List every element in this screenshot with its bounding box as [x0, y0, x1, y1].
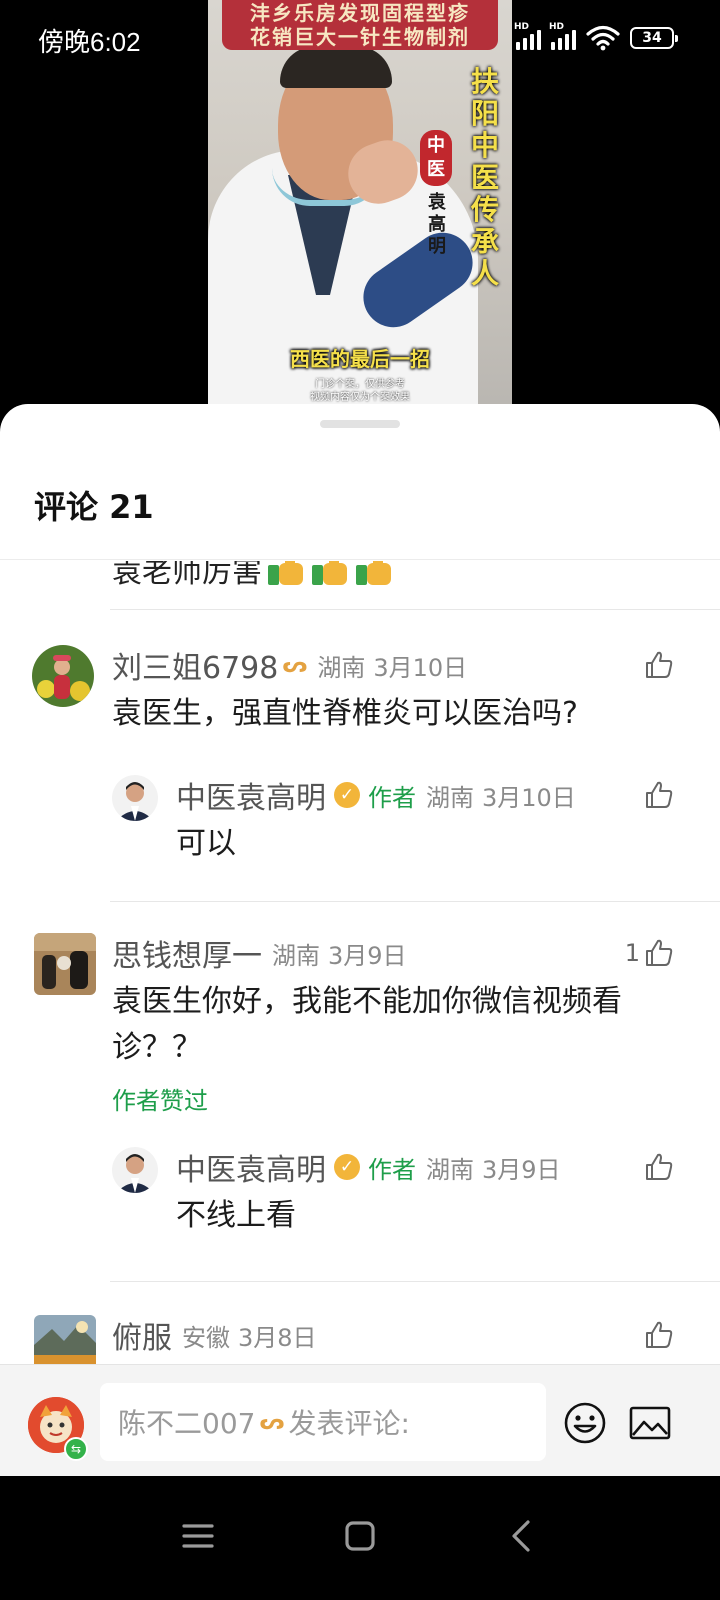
vip-badge-icon: ᔕ: [282, 652, 308, 678]
video-disclaimer: 门诊个案，仅供参考 视频内容仅为个案效果: [208, 378, 512, 404]
reply-username[interactable]: 中医袁高明: [176, 773, 326, 817]
comment-text[interactable]: 袁医生，强直性脊椎炎可以医治吗?: [112, 691, 672, 737]
image-icon[interactable]: [628, 1401, 672, 1445]
thumbs-up-emoji-icon: [268, 561, 306, 585]
avatar-image: [32, 645, 94, 707]
thumbs-up-icon: [646, 939, 673, 966]
comment-location: 湖南: [272, 941, 320, 970]
like-button[interactable]: 1: [625, 933, 674, 973]
menu-icon[interactable]: [174, 1512, 222, 1560]
comment-count-title: 评论 21: [34, 488, 154, 526]
comment-sheet: 评论 21 袁老师厉害 刘三姐6798 ᔕ 湖南 3月10日 袁医生，强直性脊椎…: [0, 404, 720, 1506]
reply-location: 湖南: [426, 1155, 474, 1184]
comment-divider: [110, 901, 720, 902]
reply-meta: 中医袁高明 ✓ 作者 湖南 3月10日: [176, 773, 576, 817]
verified-badge-icon: ✓: [334, 782, 360, 808]
video-vertical-title: 扶阳中医传承人: [470, 65, 499, 290]
reply-username[interactable]: 中医袁高明: [176, 1145, 326, 1189]
comment-date: 3月10日: [373, 653, 468, 682]
signal-2-icon: HD: [549, 22, 576, 50]
author-liked-label: 作者赞过: [112, 1087, 208, 1115]
reply-meta: 中医袁高明 ✓ 作者 湖南 3月9日: [176, 1145, 561, 1189]
partial-comment-text: 袁老师厉害: [112, 561, 262, 590]
comment-date: 3月9日: [328, 941, 407, 970]
thumbs-up-emoji-icon: [356, 561, 394, 585]
vip-badge-icon: ᔕ: [259, 1409, 285, 1435]
comment-divider: [110, 609, 720, 610]
reply-text[interactable]: 不线上看: [176, 1193, 296, 1239]
comment-username[interactable]: 俯服: [112, 1313, 172, 1357]
avatar-image: [34, 1315, 96, 1366]
comment-text-line1: 袁医生你好，我能不能加你微信视频看: [112, 984, 622, 1019]
comment-meta: 刘三姐6798 ᔕ 湖南 3月10日: [112, 643, 468, 687]
avatar-image: [112, 775, 158, 821]
thumbs-up-icon: [646, 781, 673, 808]
comment-list[interactable]: 袁老师厉害 刘三姐6798 ᔕ 湖南 3月10日 袁医生，强直性脊椎炎可以医治吗…: [0, 561, 720, 1366]
author-tag: 作者: [368, 783, 416, 812]
status-time: 傍晚6:02: [38, 27, 141, 57]
comment-username[interactable]: 刘三姐6798: [112, 643, 278, 687]
signal-hd-label: HD: [514, 22, 530, 32]
system-navigation-bar: [0, 1476, 720, 1600]
like-count: 1: [624, 939, 640, 967]
author-avatar[interactable]: [112, 775, 158, 821]
video-caption: 西医的最后一招: [290, 347, 430, 371]
comment-text[interactable]: 袁医生你好，我能不能加你微信视频看 诊？？: [112, 979, 692, 1071]
reply-location: 湖南: [426, 783, 474, 812]
comment-meta: 俯服 安徽 3月8日: [112, 1313, 317, 1357]
comment-item[interactable]: 思钱想厚一 湖南 3月9日 1 袁医生你好，我能不能加你微信视频看 诊？？ 作者…: [0, 931, 720, 1291]
thumbs-up-icon: [646, 1321, 673, 1348]
user-avatar[interactable]: [34, 933, 96, 995]
input-placeholder: 发表评论:: [288, 1407, 410, 1440]
like-button[interactable]: [640, 645, 674, 685]
battery-icon: 34: [630, 27, 678, 49]
switch-account-icon[interactable]: ⇆: [64, 1437, 88, 1461]
input-username: 陈不二007: [118, 1407, 256, 1440]
comment-location: 湖南: [317, 653, 366, 682]
thumbs-up-icon: [646, 651, 673, 678]
reply-date: 3月9日: [482, 1155, 561, 1184]
reply-text[interactable]: 可以: [176, 821, 236, 867]
comment-username[interactable]: 思钱想厚一: [112, 931, 262, 975]
partial-comment: 袁老师厉害: [112, 561, 394, 591]
video-disclaimer-line1: 门诊个案，仅供参考: [315, 379, 405, 390]
reply-like-button[interactable]: [644, 775, 674, 815]
comment-meta: 思钱想厚一 湖南 3月9日: [112, 931, 407, 975]
comment-date: 3月8日: [238, 1323, 317, 1352]
comment-location: 安徽: [182, 1323, 230, 1352]
drag-handle[interactable]: [320, 420, 400, 428]
reply-like-button[interactable]: [644, 1147, 674, 1187]
comment-input-bar: ⇆ 陈不二007 ᔕ 发表评论:: [0, 1364, 720, 1476]
video-doctor-name: 袁高明: [428, 192, 446, 257]
comment-sheet-header: 评论 21: [0, 456, 720, 560]
thumbs-up-emoji-icon: [312, 561, 350, 585]
thumbs-up-icon: [646, 1153, 673, 1180]
author-tag: 作者: [368, 1155, 416, 1184]
status-icons: HD HD 34: [514, 22, 678, 54]
comment-item[interactable]: 刘三姐6798 ᔕ 湖南 3月10日 袁医生，强直性脊椎炎可以医治吗? 中医袁高…: [0, 641, 720, 901]
emoji-icon[interactable]: [563, 1401, 607, 1445]
signal-1-icon: HD: [514, 22, 541, 50]
comment-item[interactable]: 俯服 安徽 3月8日: [0, 1311, 720, 1366]
comment-text-line2: 诊？？: [112, 1030, 202, 1065]
verified-badge-icon: ✓: [334, 1154, 360, 1180]
user-avatar[interactable]: [32, 645, 94, 707]
avatar-image: [112, 1147, 158, 1193]
user-avatar[interactable]: [34, 1315, 96, 1366]
home-icon[interactable]: [336, 1512, 384, 1560]
seal-text: 中医: [427, 135, 445, 180]
signal-hd-label-2: HD: [549, 22, 565, 32]
red-seal: 中医: [420, 130, 452, 186]
back-icon[interactable]: [498, 1512, 546, 1560]
wifi-icon: [586, 25, 620, 51]
video-disclaimer-line2: 视频内容仅为个案效果: [310, 392, 410, 403]
comment-divider: [110, 1281, 720, 1282]
comment-input[interactable]: 陈不二007 ᔕ 发表评论:: [100, 1383, 546, 1461]
author-avatar[interactable]: [112, 1147, 158, 1193]
avatar-image: [34, 933, 96, 995]
reply-date: 3月10日: [482, 783, 576, 812]
status-bar: 傍晚6:02 HD HD 34: [0, 0, 720, 78]
like-button[interactable]: [640, 1315, 674, 1355]
